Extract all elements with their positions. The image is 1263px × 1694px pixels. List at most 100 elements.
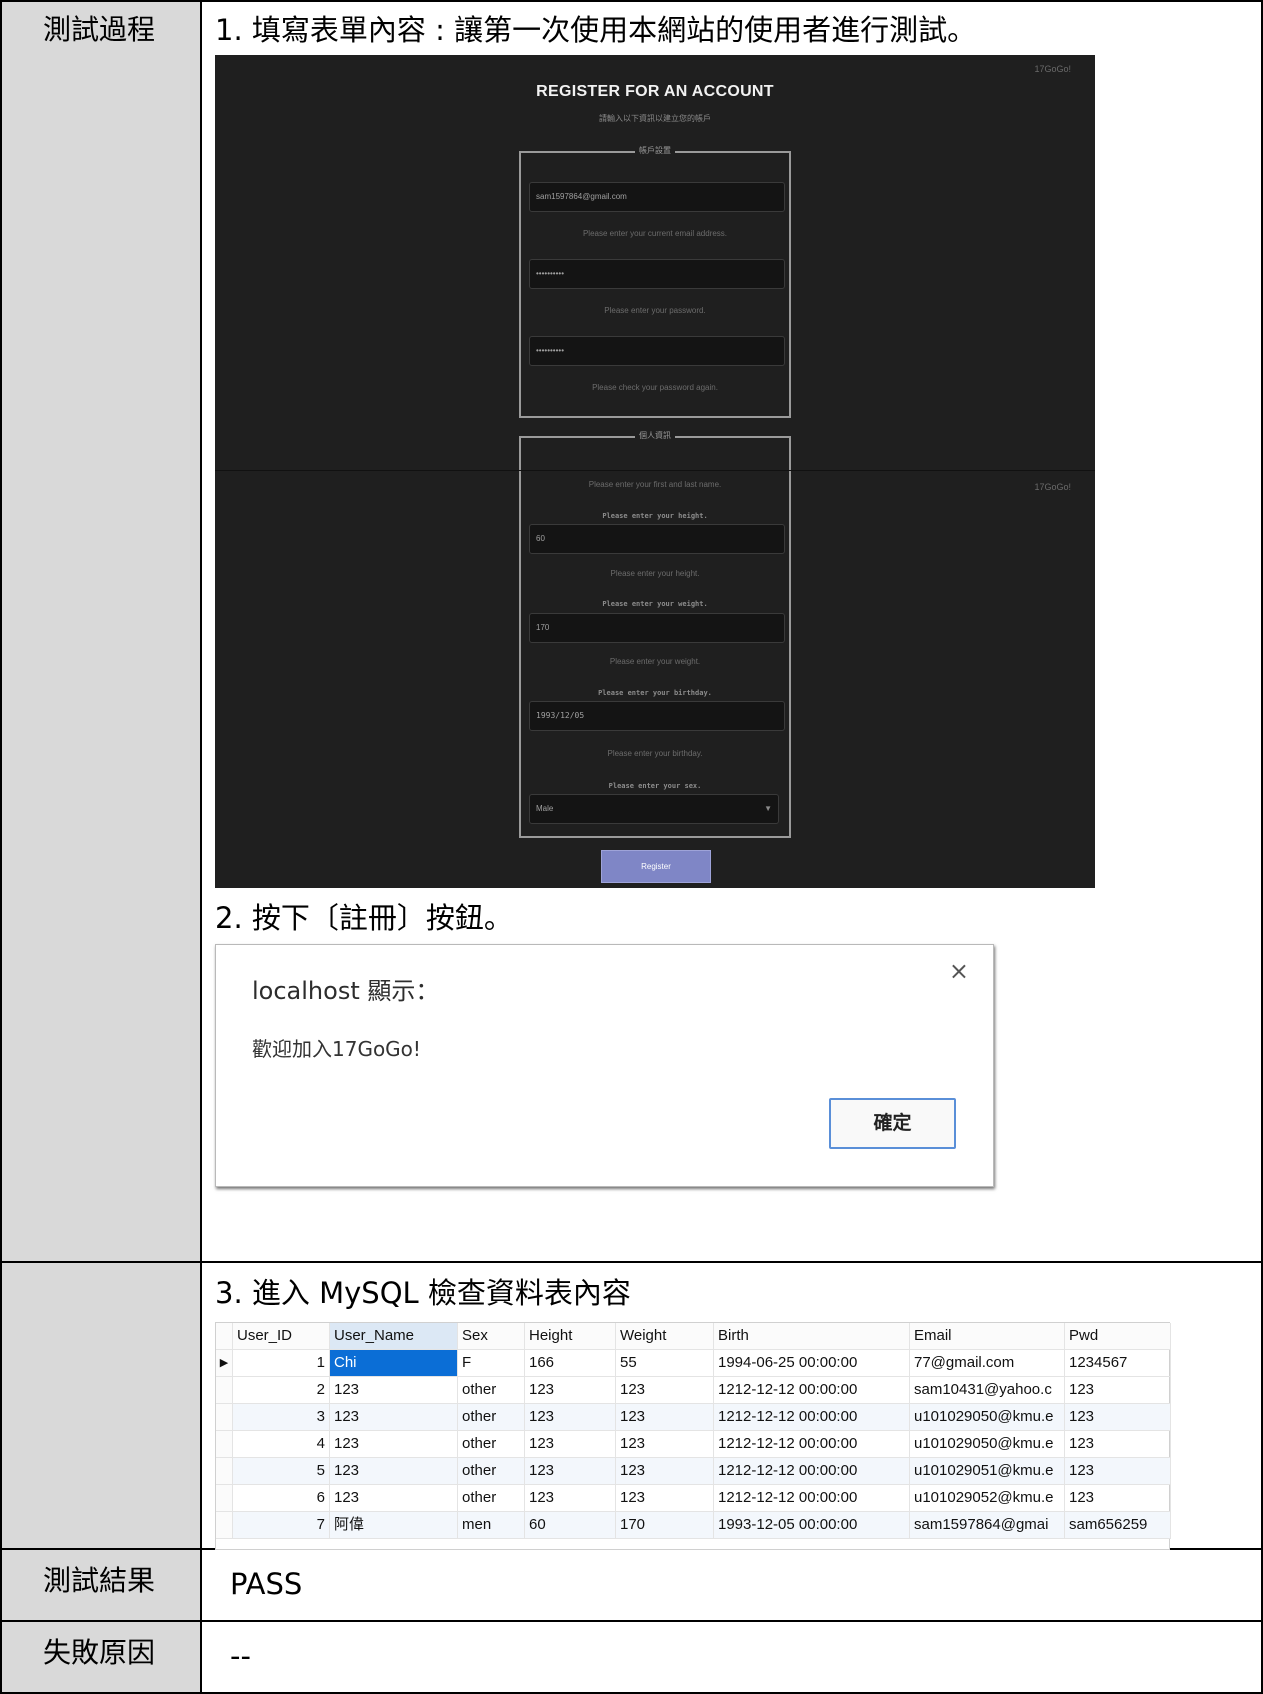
cell-height[interactable]: 166 <box>525 1350 616 1377</box>
cell-birth[interactable]: 1212-12-12 00:00:00 <box>714 1377 910 1404</box>
password-field[interactable]: •••••••••• <box>529 259 785 289</box>
table-row[interactable]: ▶ 1 Chi F 166 55 1994-06-25 00:00:00 77@… <box>216 1350 1171 1377</box>
table-row[interactable]: 2 123 other 123 123 1212-12-12 00:00:00 … <box>216 1377 1171 1404</box>
cell-user-id[interactable]: 6 <box>233 1485 330 1512</box>
cell-pwd[interactable]: 123 <box>1065 1377 1171 1404</box>
height-field[interactable]: 60 <box>529 524 785 554</box>
empty-label-cell <box>2 1263 200 1548</box>
cell-height[interactable]: 123 <box>525 1431 616 1458</box>
cell-weight[interactable]: 123 <box>616 1404 714 1431</box>
step-2-text: 2. 按下〔註冊〕按鈕。 <box>215 901 513 935</box>
cell-user-id[interactable]: 1 <box>233 1350 330 1377</box>
account-legend: 帳戶設置 <box>635 146 675 155</box>
cell-user-name[interactable]: 123 <box>330 1404 458 1431</box>
column-header-height[interactable]: Height <box>525 1323 616 1350</box>
cell-user-name[interactable]: Chi <box>330 1350 458 1377</box>
ok-button[interactable]: 確定 <box>829 1098 956 1149</box>
email-field[interactable]: sam1597864@gmail.com <box>529 182 785 212</box>
table-row[interactable]: 7 阿偉 men 60 170 1993-12-05 00:00:00 sam1… <box>216 1512 1171 1539</box>
account-fieldset: 帳戶設置 sam1597864@gmail.com Please enter y… <box>519 146 791 418</box>
step-1-text: 1. 填寫表單內容 : 讓第一次使用本網站的使用者進行測試。 <box>215 13 977 47</box>
cell-weight[interactable]: 123 <box>616 1485 714 1512</box>
cell-weight[interactable]: 123 <box>616 1431 714 1458</box>
cell-weight[interactable]: 123 <box>616 1377 714 1404</box>
cell-sex[interactable]: men <box>458 1512 525 1539</box>
cell-pwd[interactable]: sam656259 <box>1065 1512 1171 1539</box>
cell-birth[interactable]: 1212-12-12 00:00:00 <box>714 1431 910 1458</box>
cell-pwd[interactable]: 123 <box>1065 1404 1171 1431</box>
row-indicator <box>216 1512 233 1539</box>
cell-pwd[interactable]: 1234567 <box>1065 1350 1171 1377</box>
cell-birth[interactable]: 1994-06-25 00:00:00 <box>714 1350 910 1377</box>
table-row[interactable]: 6 123 other 123 123 1212-12-12 00:00:00 … <box>216 1485 1171 1512</box>
cell-weight[interactable]: 123 <box>616 1458 714 1485</box>
table-border-top <box>0 0 1263 2</box>
column-header-pwd[interactable]: Pwd <box>1065 1323 1171 1350</box>
cell-sex[interactable]: other <box>458 1377 525 1404</box>
cell-user-id[interactable]: 3 <box>233 1404 330 1431</box>
cell-weight[interactable]: 170 <box>616 1512 714 1539</box>
cell-birth[interactable]: 1212-12-12 00:00:00 <box>714 1485 910 1512</box>
cell-height[interactable]: 60 <box>525 1512 616 1539</box>
cell-email[interactable]: u101029052@kmu.e <box>910 1485 1065 1512</box>
password-confirm-field[interactable]: •••••••••• <box>529 336 785 366</box>
cell-user-name[interactable]: 123 <box>330 1458 458 1485</box>
column-header-birth[interactable]: Birth <box>714 1323 910 1350</box>
process-label-cell <box>2 2 200 1261</box>
cell-birth[interactable]: 1212-12-12 00:00:00 <box>714 1458 910 1485</box>
height-help: Please enter your height. <box>610 569 700 578</box>
weight-field[interactable]: 170 <box>529 613 785 643</box>
cell-email[interactable]: sam1597864@gmai <box>910 1512 1065 1539</box>
cell-pwd[interactable]: 123 <box>1065 1458 1171 1485</box>
column-header-user-id[interactable]: User_ID <box>233 1323 330 1350</box>
cell-email[interactable]: 77@gmail.com <box>910 1350 1065 1377</box>
close-icon[interactable]: × <box>949 957 969 985</box>
table-row[interactable]: 4 123 other 123 123 1212-12-12 00:00:00 … <box>216 1431 1171 1458</box>
cell-birth[interactable]: 1993-12-05 00:00:00 <box>714 1512 910 1539</box>
cell-height[interactable]: 123 <box>525 1404 616 1431</box>
cell-email[interactable]: u101029051@kmu.e <box>910 1458 1065 1485</box>
cell-sex[interactable]: other <box>458 1431 525 1458</box>
failure-label: 失敗原因 <box>42 1636 155 1669</box>
cell-email[interactable]: u101029050@kmu.e <box>910 1431 1065 1458</box>
cell-email[interactable]: u101029050@kmu.e <box>910 1404 1065 1431</box>
alert-dialog: localhost 顯示： × 歡迎加入17GoGo! 確定 <box>215 944 994 1187</box>
cell-sex[interactable]: other <box>458 1404 525 1431</box>
cell-pwd[interactable]: 123 <box>1065 1485 1171 1512</box>
cell-user-id[interactable]: 5 <box>233 1458 330 1485</box>
cell-user-name[interactable]: 123 <box>330 1431 458 1458</box>
column-header-email[interactable]: Email <box>910 1323 1065 1350</box>
sex-select[interactable]: Male ▼ <box>529 794 779 824</box>
cell-user-name[interactable]: 阿偉 <box>330 1512 458 1539</box>
column-header-weight[interactable]: Weight <box>616 1323 714 1350</box>
cell-sex[interactable]: other <box>458 1485 525 1512</box>
cell-email[interactable]: sam10431@yahoo.c <box>910 1377 1065 1404</box>
register-title: REGISTER FOR AN ACCOUNT <box>536 83 774 100</box>
cell-sex[interactable]: other <box>458 1458 525 1485</box>
table-row[interactable]: 5 123 other 123 123 1212-12-12 00:00:00 … <box>216 1458 1171 1485</box>
cell-user-id[interactable]: 7 <box>233 1512 330 1539</box>
table-row[interactable]: 3 123 other 123 123 1212-12-12 00:00:00 … <box>216 1404 1171 1431</box>
personal-legend: 個人資訊 <box>635 431 675 440</box>
register-form-screenshot: 17GoGo! 17GoGo! REGISTER FOR AN ACCOUNT … <box>215 55 1095 888</box>
birthday-field[interactable]: 1993/12/05 <box>529 701 785 731</box>
register-button[interactable]: Register <box>601 850 711 883</box>
table-border-row1 <box>0 1261 1263 1263</box>
row-indicator <box>216 1485 233 1512</box>
cell-birth[interactable]: 1212-12-12 00:00:00 <box>714 1404 910 1431</box>
cell-pwd[interactable]: 123 <box>1065 1431 1171 1458</box>
dialog-message: 歡迎加入17GoGo! <box>252 1037 421 1061</box>
cell-height[interactable]: 123 <box>525 1458 616 1485</box>
cell-user-name[interactable]: 123 <box>330 1485 458 1512</box>
column-header-sex[interactable]: Sex <box>458 1323 525 1350</box>
cell-user-id[interactable]: 4 <box>233 1431 330 1458</box>
cell-weight[interactable]: 55 <box>616 1350 714 1377</box>
table-border-left <box>0 0 2 1694</box>
cell-height[interactable]: 123 <box>525 1377 616 1404</box>
cell-user-id[interactable]: 2 <box>233 1377 330 1404</box>
cell-user-name[interactable]: 123 <box>330 1377 458 1404</box>
cell-sex[interactable]: F <box>458 1350 525 1377</box>
column-header-user-name[interactable]: User_Name <box>330 1323 458 1350</box>
cell-height[interactable]: 123 <box>525 1485 616 1512</box>
personal-fieldset: 個人資訊 Please enter your first and last na… <box>519 431 791 838</box>
